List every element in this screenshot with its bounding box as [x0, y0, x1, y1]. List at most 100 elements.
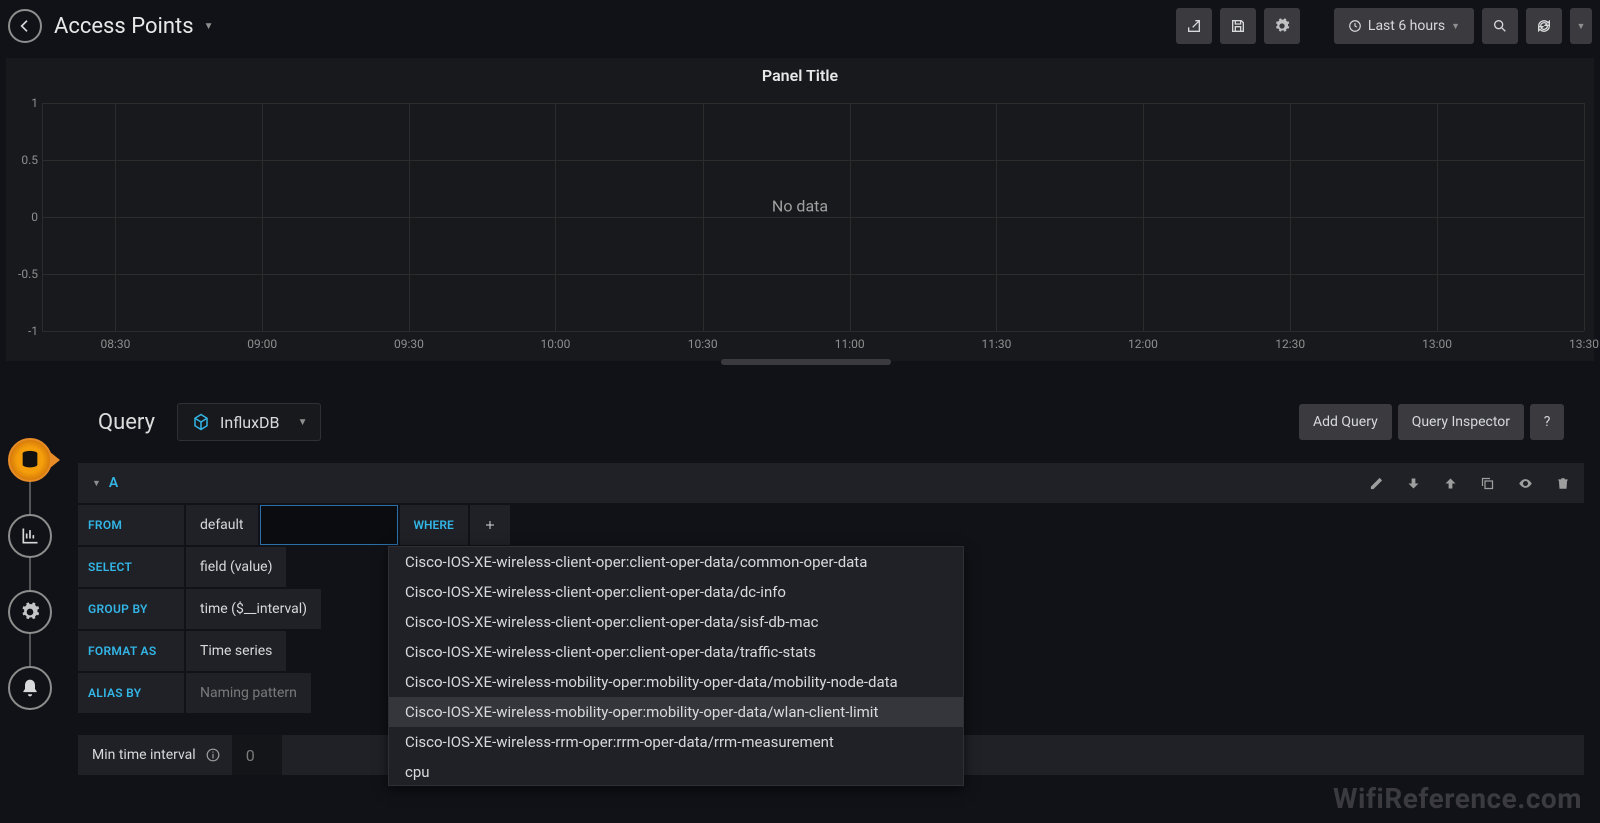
min-interval-label: Min time interval [78, 747, 206, 763]
eye-icon[interactable] [1517, 476, 1534, 491]
refresh-interval-button[interactable]: ▼ [1570, 8, 1592, 44]
min-interval-input[interactable]: 0 [232, 735, 282, 775]
info-icon[interactable] [206, 748, 220, 762]
groupby-keyword: GROUP BY [78, 589, 184, 629]
pencil-icon[interactable] [1369, 476, 1384, 491]
editor-tab-label: Query [98, 410, 155, 435]
y-tick: -1 [28, 324, 38, 338]
clock-icon [1348, 19, 1362, 33]
measurement-input[interactable] [260, 505, 398, 545]
arrow-left-icon [17, 18, 33, 34]
save-button[interactable] [1220, 8, 1256, 44]
formatas-segment[interactable]: Time series [186, 631, 286, 671]
dropdown-item[interactable]: cpu [389, 757, 963, 786]
datasource-name: InfluxDB [220, 413, 280, 432]
x-tick: 12:30 [1275, 337, 1305, 351]
query-a-header[interactable]: ▼ A [78, 463, 1584, 503]
x-tick: 10:00 [541, 337, 571, 351]
x-tick: 13:30 [1569, 337, 1599, 351]
query-letter: A [109, 475, 118, 491]
tab-queries[interactable] [8, 438, 52, 482]
x-tick: 08:30 [100, 337, 130, 351]
share-icon [1186, 18, 1202, 34]
dropdown-item[interactable]: Cisco-IOS-XE-wireless-client-oper:client… [389, 607, 963, 637]
bell-icon [20, 678, 40, 698]
trash-icon[interactable] [1556, 476, 1570, 491]
dropdown-item[interactable]: Cisco-IOS-XE-wireless-mobility-oper:mobi… [389, 697, 963, 727]
search-icon [1492, 18, 1508, 34]
graph-panel: Panel Title 1 0.5 0 -0.5 -1 No data 08:3… [6, 58, 1594, 361]
watermark: WifiReference.com [1333, 782, 1582, 815]
plus-icon [484, 519, 496, 531]
aliasby-keyword: ALIAS BY [78, 673, 184, 713]
where-keyword[interactable]: WHERE [400, 505, 468, 545]
select-field-segment[interactable]: field (value) [186, 547, 286, 587]
dropdown-item[interactable]: Cisco-IOS-XE-wireless-mobility-oper:mobi… [389, 667, 963, 697]
from-default-segment[interactable]: default [186, 505, 258, 545]
arrow-up-icon[interactable] [1443, 476, 1458, 491]
chevron-down-icon: ▼ [1451, 21, 1460, 32]
copy-icon[interactable] [1480, 476, 1495, 491]
dropdown-item[interactable]: Cisco-IOS-XE-wireless-client-oper:client… [389, 547, 963, 577]
editor-side-tabs [0, 422, 60, 726]
datasource-select[interactable]: InfluxDB ▼ [177, 403, 321, 441]
chart-icon [20, 526, 40, 546]
save-icon [1230, 18, 1246, 34]
influxdb-icon [192, 413, 210, 431]
top-header: Access Points ▼ Last 6 hours ▼ ▼ [0, 0, 1600, 52]
dropdown-item[interactable]: Cisco-IOS-XE-wireless-rrm-oper:rrm-oper-… [389, 727, 963, 757]
from-row: FROM default WHERE [78, 505, 1584, 545]
gear-icon [20, 602, 40, 622]
measurement-dropdown: Cisco-IOS-XE-wireless-client-oper:client… [388, 546, 964, 786]
chart-area[interactable]: 1 0.5 0 -0.5 -1 No data 08:30 09:00 09:3… [6, 93, 1594, 361]
zoom-out-button[interactable] [1482, 8, 1518, 44]
editor-header: Query InfluxDB ▼ Add Query Query Inspect… [78, 391, 1584, 455]
gear-icon [1274, 18, 1290, 34]
time-range-button[interactable]: Last 6 hours ▼ [1334, 8, 1474, 44]
page-title-text: Access Points [54, 14, 194, 39]
x-tick: 10:30 [688, 337, 718, 351]
dropdown-item[interactable]: Cisco-IOS-XE-wireless-client-oper:client… [389, 637, 963, 667]
y-tick: -0.5 [18, 267, 38, 281]
x-axis-labels: 08:30 09:00 09:30 10:00 10:30 11:00 11:3… [42, 337, 1584, 355]
chart-grid [42, 103, 1584, 331]
settings-button[interactable] [1264, 8, 1300, 44]
scrub-handle[interactable] [721, 359, 891, 365]
x-tick: 12:00 [1128, 337, 1158, 351]
aliasby-input[interactable]: Naming pattern [186, 673, 311, 713]
header-actions: Last 6 hours ▼ ▼ [1176, 8, 1592, 44]
y-tick: 0.5 [21, 153, 38, 167]
query-help-button[interactable]: ? [1530, 404, 1564, 440]
no-data-label: No data [772, 196, 828, 215]
dropdown-item[interactable]: Cisco-IOS-XE-wireless-client-oper:client… [389, 577, 963, 607]
x-tick: 11:30 [982, 337, 1012, 351]
where-add-button[interactable] [470, 505, 510, 545]
database-icon [19, 449, 41, 471]
y-axis-labels: 1 0.5 0 -0.5 -1 [6, 103, 42, 331]
back-button[interactable] [8, 9, 42, 43]
tab-general[interactable] [8, 590, 52, 634]
tab-alert[interactable] [8, 666, 52, 710]
time-range-label: Last 6 hours [1368, 18, 1445, 34]
x-tick: 09:30 [394, 337, 424, 351]
chevron-down-icon: ▼ [298, 417, 308, 428]
add-query-button[interactable]: Add Query [1299, 404, 1392, 440]
refresh-button[interactable] [1526, 8, 1562, 44]
page-title[interactable]: Access Points ▼ [54, 14, 213, 39]
chevron-down-icon: ▼ [1577, 21, 1586, 32]
chevron-down-icon: ▼ [92, 478, 101, 489]
refresh-icon [1536, 18, 1552, 34]
add-query-label: Add Query [1313, 414, 1378, 430]
groupby-time-segment[interactable]: time ($__interval) [186, 589, 321, 629]
tab-visualization[interactable] [8, 514, 52, 558]
query-inspector-button[interactable]: Query Inspector [1398, 404, 1524, 440]
x-tick: 13:00 [1422, 337, 1452, 351]
y-tick: 0 [31, 210, 38, 224]
chevron-down-icon: ▼ [204, 21, 214, 32]
arrow-down-icon[interactable] [1406, 476, 1421, 491]
inspector-label: Query Inspector [1412, 414, 1510, 430]
help-label: ? [1544, 414, 1551, 430]
from-keyword: FROM [78, 505, 184, 545]
share-button[interactable] [1176, 8, 1212, 44]
editor-actions: Add Query Query Inspector ? [1299, 404, 1564, 440]
